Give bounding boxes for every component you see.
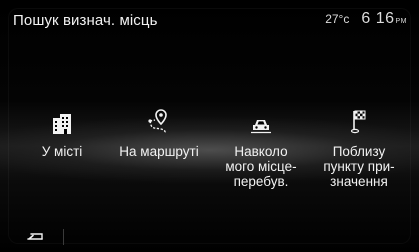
divider: [63, 229, 64, 245]
back-arrow-icon: [27, 233, 43, 240]
clock: 6 16PM: [361, 10, 407, 28]
destination-flag-icon: [351, 110, 367, 134]
route-pin-icon: [147, 109, 171, 134]
option-label: Поблизу пункту при- значення: [323, 144, 395, 189]
option-on-route[interactable]: На маршруті: [113, 109, 205, 159]
temperature: 27°c: [325, 12, 350, 26]
search-places-screen: Пошук визнач. місць 27°c 6 16PM У місті: [0, 0, 419, 252]
option-around-my-location[interactable]: Навколо мого місце- перебув.: [215, 110, 307, 189]
status-area: 27°c 6 16PM: [325, 10, 407, 28]
option-label: У місті: [41, 144, 83, 159]
clock-time: 6 16: [361, 10, 395, 27]
option-label: Навколо мого місце- перебув.: [225, 144, 297, 189]
car-location-icon: [250, 110, 272, 134]
option-near-destination[interactable]: Поблизу пункту при- значення: [313, 110, 405, 189]
option-in-city[interactable]: У місті: [16, 110, 108, 159]
back-button[interactable]: [24, 230, 46, 246]
option-label: На маршруті: [119, 144, 199, 159]
page-title: Пошук визнач. місць: [13, 12, 158, 29]
city-buildings-icon: [53, 110, 71, 134]
bottom-bar: [0, 224, 419, 252]
clock-ampm: PM: [395, 18, 407, 25]
